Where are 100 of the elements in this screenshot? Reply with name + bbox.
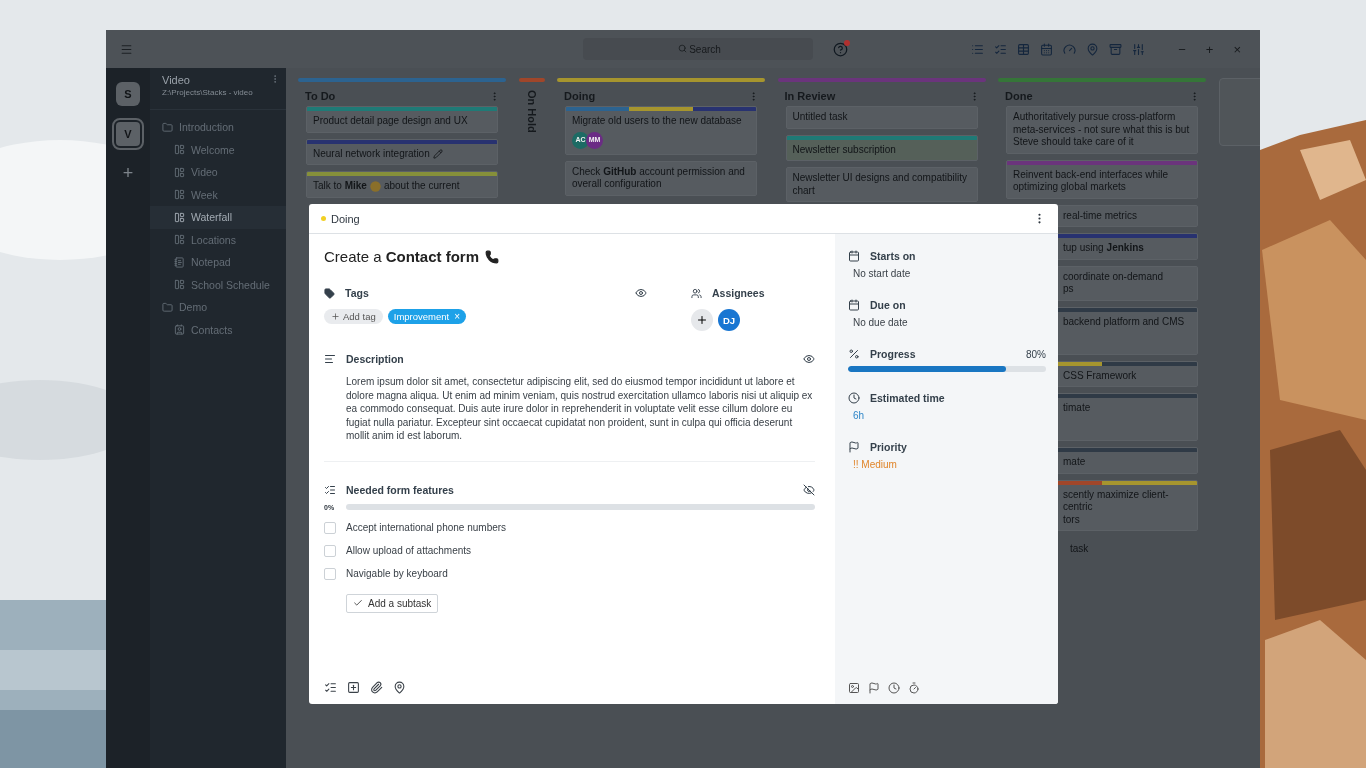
window-control[interactable]: × xyxy=(1228,41,1246,57)
workspace-button[interactable]: S xyxy=(116,82,140,106)
clock-icon xyxy=(848,392,860,404)
tree-item[interactable]: Demo xyxy=(150,296,286,319)
task-card[interactable]: Untitled task xyxy=(785,106,978,129)
subtask-label: Accept international phone numbers xyxy=(346,522,507,533)
avatar[interactable]: DJ xyxy=(718,309,740,331)
tag-chip[interactable]: Improvement × xyxy=(387,309,467,324)
pin-icon[interactable] xyxy=(393,681,406,694)
field-label: Due on xyxy=(870,299,906,311)
tree-item[interactable]: Contacts xyxy=(150,318,286,341)
checklist-icon[interactable] xyxy=(994,42,1008,56)
tree-item[interactable]: Video xyxy=(150,161,286,184)
field-value: No due date xyxy=(853,317,909,328)
percent-icon xyxy=(848,348,860,360)
archive-icon[interactable] xyxy=(1109,42,1123,56)
stopwatch-icon[interactable] xyxy=(908,682,920,694)
field-label: Estimated time xyxy=(870,392,945,404)
task-card[interactable]: Talk to Mike about the current xyxy=(306,171,498,198)
plus-icon xyxy=(696,314,708,326)
tree-item[interactable]: Locations xyxy=(150,228,286,251)
section-label: Needed form features xyxy=(346,483,454,496)
tree-item[interactable]: Week xyxy=(150,183,286,206)
phone-icon xyxy=(485,249,500,264)
flag-icon[interactable] xyxy=(868,682,880,694)
checkbox[interactable] xyxy=(324,521,336,534)
board-icon xyxy=(174,279,185,291)
help-icon[interactable] xyxy=(833,41,848,57)
section-label: Assignees xyxy=(712,287,765,299)
add-workspace-button[interactable]: + xyxy=(116,162,140,185)
tag-icon xyxy=(324,287,335,299)
remove-tag-button[interactable]: × xyxy=(454,311,461,322)
tree-item[interactable]: Notepad xyxy=(150,251,286,274)
notebook-icon xyxy=(174,256,185,268)
card-text: Neural network integration xyxy=(313,147,430,160)
task-card[interactable]: Authoritatively pursue cross-platform meta-services - not sure what this is but Steve should take care of it xyxy=(1006,106,1198,154)
card-text: about the current xyxy=(383,180,460,193)
sliders-icon[interactable] xyxy=(1132,42,1146,56)
task-card[interactable]: Product detail page design and UX xyxy=(306,106,498,133)
calendar-icon xyxy=(848,299,860,311)
checkbox[interactable] xyxy=(324,567,336,580)
paperclip-icon[interactable] xyxy=(370,681,383,694)
check-icon xyxy=(353,598,363,608)
list-icon[interactable] xyxy=(971,42,985,56)
task-card[interactable]: Check GitHub account permission and overall configuration xyxy=(565,160,757,196)
field-label: Progress xyxy=(870,348,916,360)
notification-dot xyxy=(844,39,850,46)
card-text: Newsletter subscription xyxy=(792,143,897,156)
tree-item[interactable]: Introduction xyxy=(150,116,286,139)
checklist-icon[interactable] xyxy=(324,681,337,694)
card-text: timate xyxy=(1063,402,1092,415)
folder-icon xyxy=(162,121,173,133)
search-icon xyxy=(678,44,687,53)
eye-off-icon[interactable] xyxy=(803,483,815,496)
window-control[interactable]: − xyxy=(1173,41,1191,57)
table-icon[interactable] xyxy=(1017,42,1031,56)
add-assignee-button[interactable] xyxy=(691,309,713,331)
field-label: Starts on xyxy=(870,250,916,262)
tree-item[interactable]: Waterfall xyxy=(150,206,286,229)
card-text: real-time metrics xyxy=(1063,209,1138,222)
card-text: scently maximize client-centric tors xyxy=(1063,488,1170,526)
flag-icon xyxy=(848,441,860,453)
window-control[interactable]: + xyxy=(1200,41,1219,57)
plus-icon xyxy=(331,312,340,321)
tree-item[interactable]: School Schedule xyxy=(150,273,286,296)
emoji-icon xyxy=(369,180,381,192)
checkbox[interactable] xyxy=(324,544,336,557)
board-icon xyxy=(174,234,185,246)
contacts-icon xyxy=(174,324,185,336)
add-subtask-button[interactable]: Add a subtask xyxy=(346,593,439,613)
menu-icon[interactable] xyxy=(120,42,133,56)
description-text: Lorem ipsum dolor sit amet, consectetur adipiscing elit, sed do eiusmod tempor incididunt ut labore et dolore magna aliqua. Ut enim ad minim veniam, quis nostrud exercitation ullamco laboris nisi ut aliquip ex ea commodo consequat. Duis aute irure dolor in reprehenderit in voluptate velit esse cillum dolore eu fugiat nulla pariatur. Excepteur sint occaecat cupidatat non proident, sunt in culpa qui officia deserunt mollit anim id est laborum. xyxy=(346,375,814,443)
users-icon xyxy=(691,287,702,299)
workspace-button[interactable]: V xyxy=(112,118,144,150)
column-title: Done xyxy=(1005,90,1033,102)
eye-icon[interactable] xyxy=(635,287,647,299)
gauge-icon[interactable] xyxy=(1063,42,1077,56)
board-icon xyxy=(174,166,185,178)
calendar-icon xyxy=(848,250,860,262)
project-name: Video xyxy=(162,74,191,86)
task-card[interactable]: Reinvent back-end interfaces while optimizing global markets xyxy=(1006,159,1198,199)
calendar-icon[interactable] xyxy=(1040,42,1054,56)
tree-item[interactable]: Welcome xyxy=(150,138,286,161)
card-text: Migrate old users to the new database xyxy=(572,115,743,128)
subtask-label: Allow upload of attachments xyxy=(346,545,472,556)
tag-label: Improvement xyxy=(393,311,450,322)
add-tag-button[interactable]: Add tag xyxy=(324,309,383,324)
checklist-icon xyxy=(324,483,336,496)
image-icon[interactable] xyxy=(848,682,860,694)
clock-icon[interactable] xyxy=(888,682,900,694)
card-text: backend platform and CMS xyxy=(1063,315,1186,328)
card-text: coordinate on-demand ps xyxy=(1063,270,1165,296)
add-text-icon[interactable] xyxy=(347,681,360,694)
task-card[interactable]: Newsletter UI designs and compatibility chart xyxy=(785,167,978,202)
card-text: Reinvent back-end interfaces while optimizing global markets xyxy=(1013,168,1170,194)
task-card[interactable]: Neural network integration xyxy=(306,138,498,165)
eye-icon[interactable] xyxy=(803,353,815,365)
description-icon xyxy=(324,353,336,365)
task-card[interactable]: Newsletter subscription xyxy=(785,134,978,161)
status-label: Doing xyxy=(331,212,360,225)
